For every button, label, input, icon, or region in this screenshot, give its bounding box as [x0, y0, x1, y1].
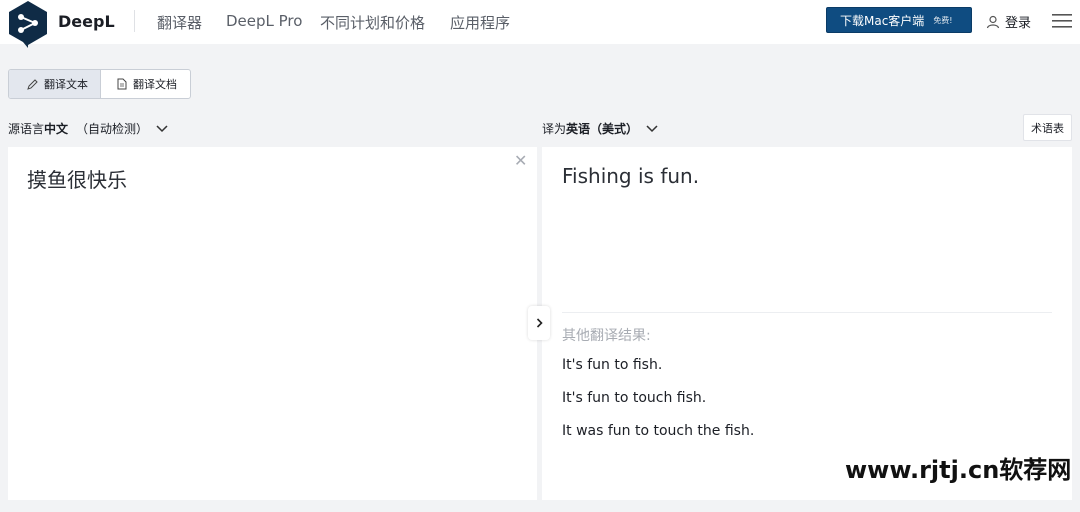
auto-detect-label: （自动检测） — [76, 122, 149, 136]
alternative-item[interactable]: It was fun to touch the fish. — [562, 423, 754, 439]
nav-deepl-pro[interactable]: DeepL Pro — [226, 12, 302, 30]
free-badge: 免费! — [933, 15, 953, 25]
source-language-prefix: 源语言 — [8, 122, 45, 136]
deepl-logo-icon[interactable] — [7, 0, 49, 48]
login-link[interactable]: 登录 — [986, 12, 1031, 31]
source-language-selector[interactable]: 源语言 中文 （自动检测） — [8, 120, 168, 137]
header-divider — [134, 10, 135, 32]
glossary-button[interactable]: 术语表 — [1023, 114, 1072, 141]
user-icon — [986, 15, 1000, 28]
tab-translate-document[interactable]: 翻译文档 — [100, 70, 190, 98]
alternatives-divider — [562, 312, 1052, 313]
chevron-right-icon — [536, 318, 543, 328]
target-language-selector[interactable]: 译为 英语（美式） — [542, 120, 658, 137]
mode-tabs: 翻译文本 翻译文档 — [8, 69, 191, 99]
close-icon[interactable]: ✕ — [514, 151, 527, 170]
site-watermark: www.rjtj.cn软荐网 — [845, 456, 1072, 484]
brand-name[interactable]: DeepL — [58, 12, 115, 31]
chevron-down-icon — [646, 124, 658, 132]
target-language-prefix: 译为 — [542, 122, 567, 136]
target-language-name: 英语（美式） — [566, 122, 639, 136]
alternative-item[interactable]: It's fun to touch fish. — [562, 390, 706, 406]
download-mac-button[interactable]: 下载Mac客户端 免费! — [826, 7, 972, 33]
pencil-icon — [27, 78, 38, 90]
nav-translator[interactable]: 翻译器 — [157, 12, 202, 33]
download-mac-label: 下载Mac客户端 — [840, 13, 925, 28]
top-header: DeepL 翻译器 DeepL Pro 不同计划和价格 应用程序 下载Mac客户… — [0, 0, 1080, 48]
source-text-input[interactable]: 摸鱼很快乐 — [27, 164, 127, 193]
nav-pricing[interactable]: 不同计划和价格 — [320, 12, 425, 33]
tab-translate-text[interactable]: 翻译文本 — [9, 70, 100, 98]
tab-translate-document-label: 翻译文档 — [133, 78, 177, 91]
expand-panel-button[interactable] — [528, 306, 550, 340]
document-icon — [117, 78, 127, 90]
translation-output[interactable]: Fishing is fun. — [562, 164, 699, 188]
nav-apps[interactable]: 应用程序 — [450, 12, 510, 33]
tab-translate-text-label: 翻译文本 — [44, 78, 88, 91]
source-language-name: 中文 — [44, 122, 69, 136]
source-text-panel[interactable]: 摸鱼很快乐 ✕ — [8, 147, 537, 500]
chevron-down-icon — [156, 124, 168, 132]
alternatives-heading: 其他翻译结果: — [562, 328, 651, 344]
hamburger-menu-icon[interactable] — [1052, 13, 1072, 29]
login-label: 登录 — [1005, 16, 1032, 31]
target-text-panel: Fishing is fun. 其他翻译结果: It's fun to fish… — [542, 147, 1072, 500]
alternative-item[interactable]: It's fun to fish. — [562, 357, 662, 373]
